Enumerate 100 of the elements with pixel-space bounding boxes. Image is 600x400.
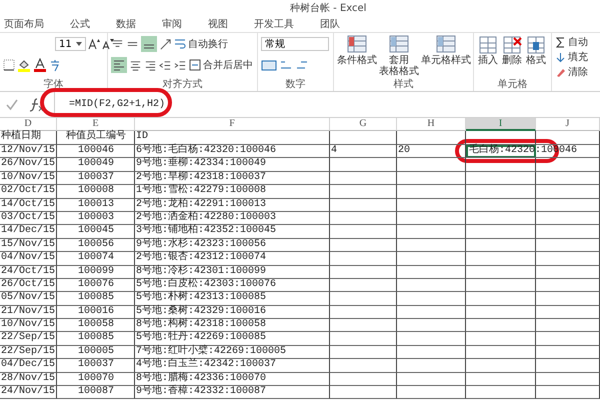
table-cell: 100099: [57, 266, 135, 279]
table-cell: 100085: [57, 292, 135, 306]
number-format-dropdown[interactable]: 常规: [261, 37, 329, 51]
wrap-text-button[interactable]: 自动换行: [174, 37, 228, 51]
table-cell: [330, 225, 397, 239]
ribbon-tab[interactable]: 公式: [68, 17, 92, 31]
column-header[interactable]: G: [330, 118, 397, 131]
ribbon-tab[interactable]: 开发工具: [252, 17, 296, 31]
align-bottom-icon[interactable]: [141, 36, 157, 52]
ribbon-tab[interactable]: 审阅: [160, 17, 184, 31]
table-cell: [536, 131, 600, 145]
table-cell: 22/Sep/15: [0, 332, 57, 346]
table-cell: [397, 306, 466, 320]
group-label: 字体: [42, 79, 64, 91]
table-cell: [466, 332, 536, 346]
table-cell: [536, 238, 600, 252]
increase-indent-icon[interactable]: [174, 58, 187, 72]
table-cell: 100003: [57, 212, 135, 226]
editing-button[interactable]: 清除: [555, 65, 600, 79]
ribbon-tab[interactable]: 视图: [206, 17, 230, 31]
table-cell: 21/Nov/15: [0, 306, 57, 320]
table-cell: [330, 386, 397, 400]
table-style-icon: [346, 35, 368, 55]
grow-font-icon[interactable]: [88, 38, 100, 50]
column-header[interactable]: F: [135, 118, 330, 131]
table-cell: 10/Nov/15: [0, 319, 57, 332]
style-button[interactable]: 单元格样式: [421, 35, 471, 79]
table-cell: 3号地:铺地柏:42352:100045: [135, 225, 330, 239]
table-cell: 100037: [57, 172, 135, 186]
ribbon-tab[interactable]: 团队: [318, 17, 342, 31]
editing-button[interactable]: 自动: [555, 35, 600, 49]
table-cell: [330, 185, 397, 199]
enter-check-icon[interactable]: [6, 98, 18, 110]
align-left-icon[interactable]: [111, 57, 127, 73]
table-cell: [330, 346, 397, 360]
table-cell: [466, 372, 536, 386]
table-cell: [397, 332, 466, 346]
column-header[interactable]: I: [466, 118, 536, 131]
table-cell: [536, 346, 600, 360]
group-label: 对齐方式: [162, 79, 204, 91]
table-cell: [466, 158, 536, 172]
currency-icon[interactable]: [261, 58, 277, 72]
align-right-icon[interactable]: [144, 58, 157, 72]
table-cell: 4号地:白玉兰:42342:100037: [135, 359, 330, 373]
table-cell: 10/Nov/15: [0, 172, 57, 186]
column-header[interactable]: E: [57, 118, 135, 131]
table-cell: [536, 266, 600, 279]
table-cell: 100087: [57, 386, 135, 400]
increase-decimal-icon[interactable]: [279, 59, 293, 71]
table-cell: [466, 359, 536, 373]
cells-grid-icon: [525, 35, 547, 55]
table-cell: 03/Oct/15: [0, 212, 57, 226]
table-cell: 9号地:香樟:42332:100087: [135, 386, 330, 400]
style-button[interactable]: 套用 表格格式: [379, 35, 419, 79]
table-cell: [536, 306, 600, 320]
decrease-indent-icon[interactable]: [159, 58, 172, 72]
column-header[interactable]: J: [536, 118, 600, 131]
table-cell: [330, 306, 397, 320]
orientation-icon[interactable]: [159, 38, 172, 50]
fill-down-icon: [555, 52, 566, 62]
font-size-dropdown[interactable]: 11: [55, 37, 86, 51]
table-cell: [536, 225, 600, 239]
table-cell: [536, 292, 600, 306]
table-cell: 100045: [57, 225, 135, 239]
column-header[interactable]: H: [397, 118, 466, 131]
table-cell: 8号地:构树:42318:100058: [135, 319, 330, 332]
shrink-font-icon[interactable]: [102, 38, 114, 50]
column-header[interactable]: D: [0, 118, 57, 131]
table-cell: [536, 372, 600, 386]
merge-center-button[interactable]: 合并后居中: [189, 58, 253, 72]
table-cell: 15/Nov/15: [0, 238, 57, 252]
font-color-icon[interactable]: [33, 58, 47, 72]
cells-button[interactable]: 插入: [477, 35, 499, 79]
table-cell: [397, 238, 466, 252]
function-icon[interactable]: [28, 96, 44, 112]
sum-icon: [555, 36, 566, 48]
cells-button[interactable]: 格式: [525, 35, 547, 79]
formula-input[interactable]: =MID(F2,G2+1,H2): [69, 99, 166, 110]
table-cell: 100008: [57, 185, 135, 199]
border-icon[interactable]: [3, 59, 15, 71]
cells-button[interactable]: 删除: [501, 35, 523, 79]
align-center-icon[interactable]: [129, 58, 142, 72]
eraser-icon: [555, 66, 566, 78]
table-cell: 种值员工编号: [57, 131, 135, 145]
ribbon-tab[interactable]: 页面布局: [2, 17, 46, 31]
decrease-decimal-icon[interactable]: [295, 59, 309, 71]
phonetic-icon[interactable]: [49, 58, 61, 72]
ribbon-tab[interactable]: 数据: [114, 17, 138, 31]
table-cell: 05/Nov/15: [0, 292, 57, 306]
table-cell: [397, 372, 466, 386]
table-cell: 7号地:红叶小檗:42269:100005: [135, 346, 330, 360]
group-label: 单元格: [496, 79, 528, 91]
table-style-icon: [388, 35, 410, 55]
table-cell: [330, 158, 397, 172]
fill-color-icon[interactable]: [17, 58, 31, 72]
editing-button[interactable]: 填充: [555, 50, 600, 64]
table-cell: [466, 212, 536, 226]
table-cell: [330, 252, 397, 266]
table-cell: 100037: [57, 359, 135, 373]
style-button[interactable]: 条件格式: [337, 35, 377, 79]
